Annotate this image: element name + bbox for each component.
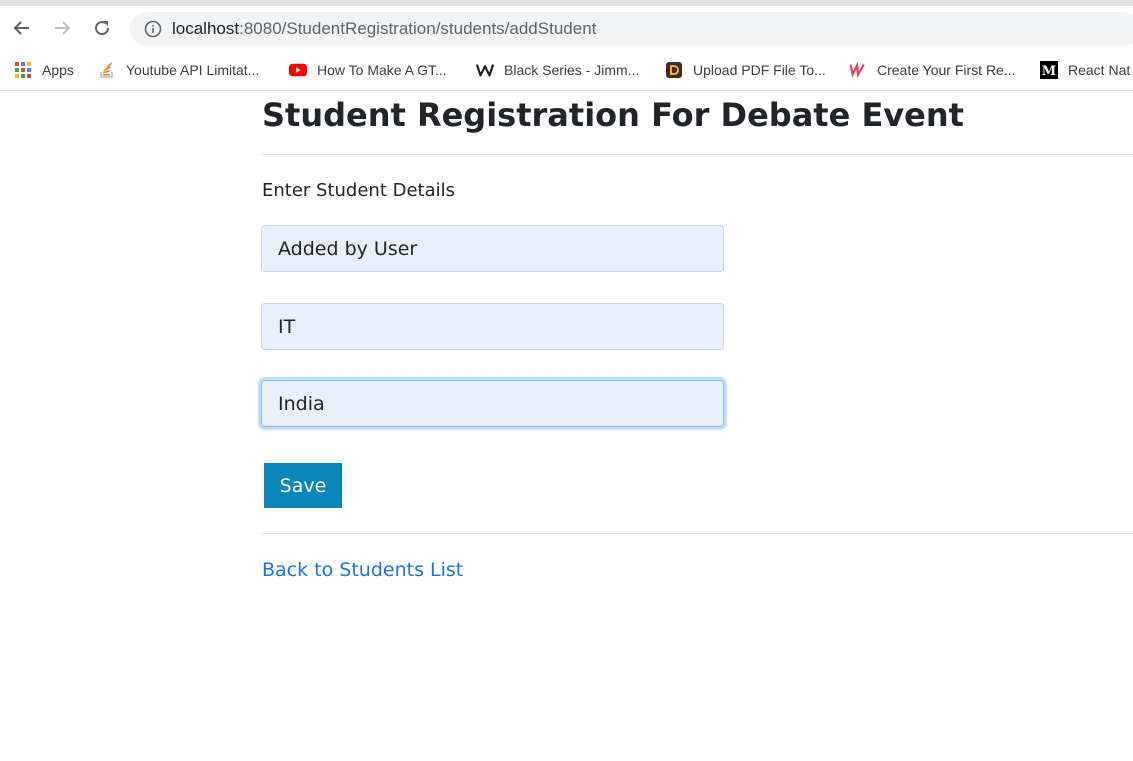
d-logo-icon <box>665 61 683 79</box>
url-path: :8080/StudentRegistration/students/addSt… <box>239 19 597 38</box>
page-title: Student Registration For Debate Event <box>262 96 964 134</box>
info-icon[interactable] <box>144 20 162 38</box>
bookmark-label: React Nat <box>1068 62 1131 78</box>
back-to-students-link[interactable]: Back to Students List <box>262 557 463 583</box>
reload-icon <box>95 21 110 36</box>
arrow-right-icon <box>55 21 71 35</box>
bookmark-how-to-make[interactable]: How To Make A GT... <box>289 60 447 80</box>
bookmark-create-first[interactable]: Create Your First Re... <box>849 60 1016 80</box>
bookmark-label: How To Make A GT... <box>317 62 447 78</box>
w-logo-icon <box>476 61 494 79</box>
stack-overflow-icon <box>98 61 116 79</box>
form-divider <box>262 533 1133 534</box>
youtube-icon <box>289 61 307 79</box>
form-subtitle: Enter Student Details <box>262 180 456 201</box>
student-country-input[interactable] <box>261 380 724 427</box>
bookmark-label: Create Your First Re... <box>877 62 1016 78</box>
url-host: localhost <box>172 19 240 38</box>
student-department-input[interactable] <box>261 303 724 350</box>
browser-toolbar: localhost:8080/StudentRegistration/stude… <box>0 6 1133 50</box>
bookmark-label: Black Series - Jimm... <box>504 62 640 78</box>
bookmark-label: Youtube API Limitat... <box>126 62 260 78</box>
forward-button[interactable] <box>50 16 74 40</box>
bookmarks-bar: Apps Youtube API Limitat... How To Make … <box>0 50 1133 91</box>
page-content: Student Registration For Debate Event En… <box>0 91 1133 761</box>
arrow-left-icon <box>13 21 29 35</box>
save-button[interactable]: Save <box>264 463 342 508</box>
bookmark-black-series[interactable]: Black Series - Jimm... <box>476 60 639 80</box>
bookmark-apps[interactable]: Apps <box>14 60 74 80</box>
u-logo-icon <box>849 61 867 79</box>
bookmark-youtube-api[interactable]: Youtube API Limitat... <box>98 60 259 80</box>
back-button[interactable] <box>10 16 34 40</box>
medium-icon: M <box>1040 61 1058 79</box>
url-text: localhost:8080/StudentRegistration/stude… <box>172 20 596 38</box>
apps-grid-icon <box>14 61 32 79</box>
bookmark-react-native[interactable]: M React Nat <box>1040 60 1130 80</box>
title-divider <box>262 154 1133 155</box>
address-bar[interactable]: localhost:8080/StudentRegistration/stude… <box>130 12 1133 46</box>
student-name-input[interactable] <box>261 225 724 272</box>
bookmark-upload-pdf[interactable]: Upload PDF File To... <box>665 60 826 80</box>
svg-text:M: M <box>1042 64 1056 79</box>
reload-button[interactable] <box>90 16 114 40</box>
bookmark-label: Upload PDF File To... <box>693 62 826 78</box>
bookmark-label: Apps <box>42 62 74 78</box>
